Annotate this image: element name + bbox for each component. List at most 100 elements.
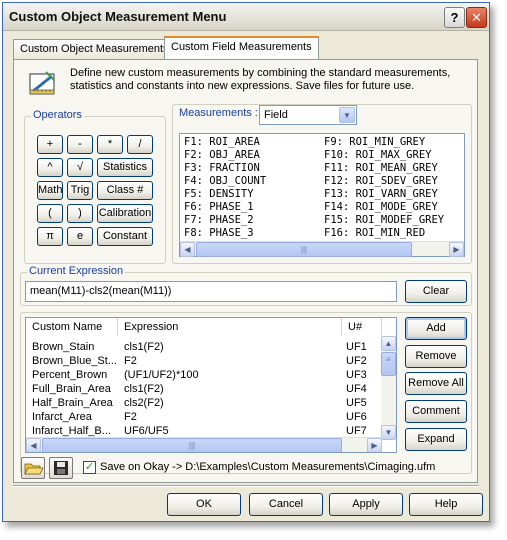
measurements-list[interactable]: F1: ROI_AREA F2: OBJ_AREA F3: FRACTION F4: …: [179, 133, 465, 257]
measurement-item[interactable]: F2: OBJ_AREA: [184, 149, 260, 162]
close-window-button[interactable]: ✕: [466, 7, 487, 28]
constant-button[interactable]: Constant: [97, 227, 153, 246]
operator-multiply-button[interactable]: *: [97, 135, 123, 154]
measurements-label: Measurements :: [179, 107, 258, 119]
table-row[interactable]: Infarct_Area F2 UF6: [26, 410, 382, 424]
tab-custom-field-measurements[interactable]: Custom Field Measurements: [164, 36, 319, 59]
apply-button[interactable]: Apply: [329, 493, 403, 516]
table-row[interactable]: Brown_Blue_St... F2 UF2: [26, 354, 382, 368]
measurement-item[interactable]: F13: ROI_VARN_GREY: [324, 188, 438, 201]
column-header-id[interactable]: U#: [342, 318, 382, 336]
floppy-disk-icon: [54, 461, 68, 475]
window-title: Custom Object Measurement Menu: [9, 9, 227, 24]
e-constant-button[interactable]: e: [67, 227, 93, 246]
measurement-item[interactable]: F8: PHASE_3: [184, 227, 254, 240]
comment-button[interactable]: Comment: [405, 400, 467, 423]
help-title-button[interactable]: ?: [444, 7, 465, 28]
measurement-item[interactable]: F1: ROI_AREA: [184, 136, 260, 149]
open-paren-button[interactable]: (: [37, 204, 63, 223]
open-file-button[interactable]: [21, 457, 45, 479]
cancel-button[interactable]: Cancel: [249, 493, 323, 516]
measurement-item[interactable]: F9: ROI_MIN_GREY: [324, 136, 425, 149]
cell-expr: cls1(F2): [124, 383, 164, 395]
custom-measurements-list[interactable]: Custom Name Expression U# Brown_Stain cls…: [25, 317, 397, 453]
cell-id: UF3: [346, 369, 367, 381]
measurement-item[interactable]: F15: ROI_MODEF_GREY: [324, 214, 444, 227]
trig-button[interactable]: Trig: [67, 181, 93, 200]
operator-plus-button[interactable]: +: [37, 135, 63, 154]
tab-custom-object-measurements[interactable]: Custom Object Measurements: [13, 39, 176, 59]
measurement-item[interactable]: F16: ROI_MIN_RED: [324, 227, 425, 240]
expression-input[interactable]: mean(M11)-cls2(mean(M11)): [25, 281, 397, 302]
save-file-button[interactable]: [49, 457, 73, 479]
pi-button[interactable]: π: [37, 227, 63, 246]
operator-sqrt-button[interactable]: √: [67, 158, 93, 177]
scroll-down-icon[interactable]: ▼: [381, 425, 396, 440]
cell-expr: F2: [124, 411, 137, 423]
current-expression-legend: Current Expression: [27, 265, 126, 277]
cell-id: UF5: [346, 397, 367, 409]
clear-button[interactable]: Clear: [405, 280, 467, 303]
column-header-custom-name[interactable]: Custom Name: [26, 318, 118, 336]
close-paren-button[interactable]: ): [67, 204, 93, 223]
measurements-group: Measurements : Field ▼ F1: ROI_AREA F2: O…: [172, 104, 472, 264]
scroll-thumb[interactable]: |||: [196, 242, 412, 257]
measurement-item[interactable]: F4: OBJ_COUNT: [184, 175, 266, 188]
remove-all-button[interactable]: Remove All: [405, 372, 467, 395]
class-number-button[interactable]: Class #: [97, 181, 153, 200]
measurements-horizontal-scrollbar[interactable]: ◀ ||| ▶: [180, 241, 464, 257]
save-on-okay-checkbox[interactable]: ✓: [83, 461, 96, 474]
measurement-item[interactable]: F11: ROI_MEAN_GREY: [324, 162, 438, 175]
expand-button[interactable]: Expand: [405, 428, 467, 451]
cell-id: UF4: [346, 383, 367, 395]
ok-button[interactable]: OK: [167, 493, 241, 516]
calibration-button[interactable]: Calibration: [97, 204, 153, 223]
ruler-pencil-icon: [29, 71, 55, 95]
remove-button[interactable]: Remove: [405, 345, 467, 368]
operator-minus-button[interactable]: -: [67, 135, 93, 154]
cell-id: UF7: [346, 425, 367, 437]
cell-expr: F2: [124, 355, 137, 367]
title-bar[interactable]: Custom Object Measurement Menu ? ✕: [3, 3, 489, 31]
cell-name: Infarct_Area: [32, 411, 92, 423]
statistics-button[interactable]: Statistics: [97, 158, 153, 177]
cell-name: Brown_Blue_St...: [32, 355, 117, 367]
measurement-item[interactable]: F14: ROI_MODE_GREY: [324, 201, 438, 214]
save-on-okay-label: Save on Okay -> D:\Examples\Custom Measu…: [100, 461, 436, 473]
scroll-left-icon[interactable]: ◀: [26, 438, 41, 452]
column-header-expression[interactable]: Expression: [118, 318, 342, 336]
table-row[interactable]: Half_Brain_Area cls2(F2) UF5: [26, 396, 382, 410]
cell-name: Infarct_Half_B...: [32, 425, 111, 437]
chevron-down-icon[interactable]: ▼: [339, 107, 355, 123]
measurement-item[interactable]: F6: PHASE_1: [184, 201, 254, 214]
table-row[interactable]: Percent_Brown (UF1/UF2)*100 UF3: [26, 368, 382, 382]
scroll-thumb[interactable]: |||: [42, 438, 342, 452]
table-row[interactable]: Full_Brain_Area cls1(F2) UF4: [26, 382, 382, 396]
cell-name: Half_Brain_Area: [32, 397, 113, 409]
cell-name: Brown_Stain: [32, 341, 95, 353]
cell-name: Percent_Brown: [32, 369, 108, 381]
measurement-item[interactable]: F10: ROI_MAX_GREY: [324, 149, 431, 162]
table-row[interactable]: Brown_Stain cls1(F2) UF1: [26, 340, 382, 354]
table-row[interactable]: Infarct_Half_B... UF6/UF5 UF7: [26, 424, 382, 438]
measurement-item[interactable]: F7: PHASE_2: [184, 214, 254, 227]
operator-power-button[interactable]: ^: [37, 158, 63, 177]
measurement-item[interactable]: F5: DENSITY: [184, 188, 254, 201]
scroll-left-icon[interactable]: ◀: [180, 242, 195, 257]
measurement-type-select[interactable]: Field ▼: [259, 105, 357, 125]
measurement-item[interactable]: F12: ROI_SDEV_GREY: [324, 175, 438, 188]
dialog-window: Custom Object Measurement Menu ? ✕ Custo…: [2, 2, 490, 522]
operator-divide-button[interactable]: /: [127, 135, 153, 154]
custom-list-vertical-scrollbar[interactable]: ▲ ≡ ▼: [381, 336, 396, 440]
scroll-up-icon[interactable]: ▲: [381, 336, 396, 351]
help-button[interactable]: Help: [409, 493, 483, 516]
cell-id: UF1: [346, 341, 367, 353]
scroll-right-icon[interactable]: ▶: [367, 438, 382, 452]
math-button[interactable]: Math: [37, 181, 63, 200]
measurement-type-value: Field: [264, 109, 288, 121]
custom-list-horizontal-scrollbar[interactable]: ◀ ||| ▶: [26, 437, 382, 452]
measurement-item[interactable]: F3: FRACTION: [184, 162, 260, 175]
scroll-right-icon[interactable]: ▶: [449, 242, 464, 257]
add-button[interactable]: Add: [405, 317, 467, 340]
vertical-scroll-thumb[interactable]: ≡: [381, 352, 396, 376]
